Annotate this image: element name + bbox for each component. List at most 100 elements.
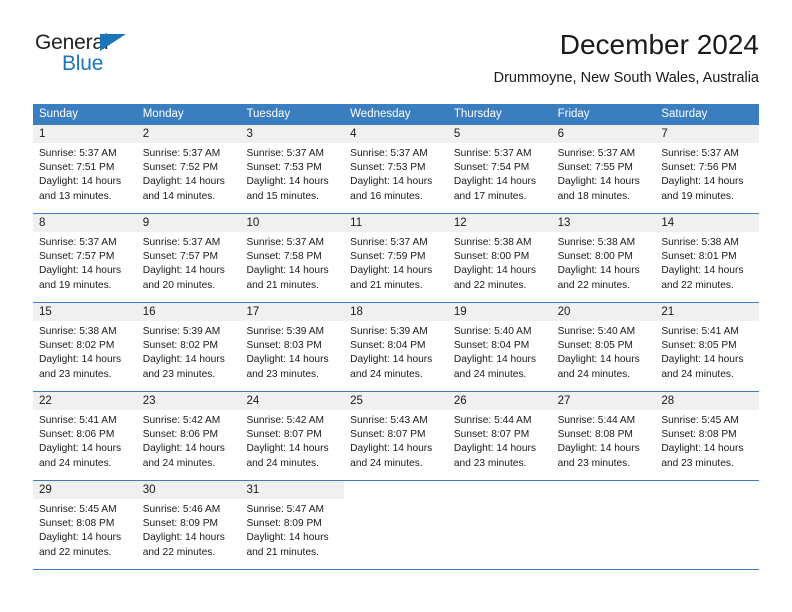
day-number-strip: 24 [240, 392, 345, 410]
daylight-text-line1: Daylight: 14 hours [142, 443, 225, 455]
sunset-text: Sunset: 8:01 PM [661, 251, 737, 263]
daylight-text-line2: and 23 minutes. [39, 368, 112, 380]
page-subtitle: Drummoyne, New South Wales, Australia [493, 70, 759, 86]
calendar-day-cell[interactable]: 30 Sunrise: 5:46 AM Sunset: 8:09 PM Dayligh… [136, 481, 241, 569]
sunrise-text: Sunrise: 5:44 AM [453, 415, 532, 426]
sunset-text: Sunset: 7:59 PM [350, 251, 426, 263]
daylight-text-line2: and 24 minutes. [557, 368, 631, 380]
day-sun-info: Sunrise: 5:37 AM Sunset: 7:56 PM Daylight:… [655, 143, 759, 204]
day-number: 19 [453, 306, 467, 318]
calendar-day-cell[interactable]: 15 Sunrise: 5:38 AM Sunset: 8:02 PM Dayligh… [33, 303, 137, 391]
day-number: 24 [246, 395, 260, 407]
calendar-day-cell[interactable]: 14 Sunrise: 5:38 AM Sunset: 8:01 PM Dayligh… [655, 214, 760, 302]
calendar-day-cell[interactable]: 5 Sunrise: 5:37 AM Sunset: 7:54 PM Daylight… [447, 125, 552, 213]
day-number-strip: 15 [33, 303, 137, 321]
day-number: 16 [142, 306, 156, 318]
day-number: 20 [557, 306, 571, 318]
day-number: 10 [246, 217, 260, 229]
calendar-day-cell[interactable]: 4 Sunrise: 5:37 AM Sunset: 7:53 PM Daylight… [344, 125, 448, 213]
logo-text-general: General [35, 31, 109, 54]
calendar-day-cell[interactable]: 2 Sunrise: 5:37 AM Sunset: 7:52 PM Daylight… [136, 125, 241, 213]
day-number-strip: 18 [344, 303, 448, 321]
daylight-text-line1: Daylight: 14 hours [246, 265, 329, 277]
calendar-day-cell[interactable]: 26 Sunrise: 5:44 AM Sunset: 8:07 PM Dayligh… [447, 392, 552, 480]
calendar-day-cell[interactable]: 9 Sunrise: 5:37 AM Sunset: 7:57 PM Daylight… [136, 214, 241, 302]
day-sun-info: Sunrise: 5:39 AM Sunset: 8:02 PM Daylight:… [137, 321, 241, 382]
calendar-day-cell[interactable]: 3 Sunrise: 5:37 AM Sunset: 7:53 PM Daylight… [240, 125, 345, 213]
daylight-text-line1: Daylight: 14 hours [661, 354, 744, 366]
calendar-day-cell-empty [655, 481, 760, 569]
calendar-day-cell[interactable]: 18 Sunrise: 5:39 AM Sunset: 8:04 PM Dayligh… [344, 303, 448, 391]
daylight-text-line1: Daylight: 14 hours [39, 532, 122, 544]
calendar-day-cell[interactable]: 23 Sunrise: 5:42 AM Sunset: 8:06 PM Dayligh… [136, 392, 241, 480]
day-sun-info: Sunrise: 5:37 AM Sunset: 7:52 PM Daylight:… [137, 143, 241, 204]
calendar-week-row: 29 Sunrise: 5:45 AM Sunset: 8:08 PM Dayligh… [33, 481, 760, 570]
day-sun-info: Sunrise: 5:41 AM Sunset: 8:06 PM Daylight:… [33, 410, 137, 471]
calendar-day-cell[interactable]: 27 Sunrise: 5:44 AM Sunset: 8:08 PM Dayligh… [551, 392, 656, 480]
daylight-text-line1: Daylight: 14 hours [350, 176, 433, 188]
day-sun-info: Sunrise: 5:42 AM Sunset: 8:06 PM Daylight:… [137, 410, 241, 471]
day-number: 29 [39, 484, 52, 496]
sunrise-text: Sunrise: 5:39 AM [246, 326, 325, 337]
daylight-text-line2: and 22 minutes. [39, 546, 112, 558]
calendar-day-cell[interactable]: 25 Sunrise: 5:43 AM Sunset: 8:07 PM Dayligh… [344, 392, 448, 480]
calendar-day-cell[interactable]: 19 Sunrise: 5:40 AM Sunset: 8:04 PM Dayligh… [447, 303, 552, 391]
day-number-strip: 27 [551, 392, 656, 410]
calendar-day-cell[interactable]: 11 Sunrise: 5:37 AM Sunset: 7:59 PM Dayligh… [344, 214, 448, 302]
sunrise-text: Sunrise: 5:37 AM [350, 148, 428, 159]
calendar-day-cell[interactable]: 10 Sunrise: 5:37 AM Sunset: 7:58 PM Dayligh… [240, 214, 345, 302]
day-number-strip: 1 [33, 125, 137, 143]
sunset-text: Sunset: 7:55 PM [557, 162, 633, 174]
calendar-day-cell[interactable]: 21 Sunrise: 5:41 AM Sunset: 8:05 PM Dayligh… [655, 303, 760, 391]
daylight-text-line2: and 22 minutes. [453, 279, 527, 291]
sunset-text: Sunset: 8:06 PM [39, 429, 115, 441]
day-number-strip: 2 [136, 125, 241, 143]
daylight-text-line2: and 19 minutes. [661, 190, 734, 202]
calendar-day-cell[interactable]: 22 Sunrise: 5:41 AM Sunset: 8:06 PM Dayligh… [33, 392, 137, 480]
day-number: 4 [350, 128, 357, 140]
calendar-day-cell[interactable]: 1 Sunrise: 5:37 AM Sunset: 7:51 PM Daylight… [33, 125, 137, 213]
calendar-day-cell[interactable]: 17 Sunrise: 5:39 AM Sunset: 8:03 PM Dayligh… [240, 303, 345, 391]
day-number-strip: 25 [344, 392, 448, 410]
calendar-day-cell-empty [551, 481, 656, 569]
day-number: 28 [661, 395, 675, 407]
daylight-text-line1: Daylight: 14 hours [246, 176, 329, 188]
daylight-text-line1: Daylight: 14 hours [142, 532, 225, 544]
sunrise-text: Sunrise: 5:37 AM [142, 237, 221, 248]
calendar-day-cell[interactable]: 13 Sunrise: 5:38 AM Sunset: 8:00 PM Dayligh… [551, 214, 656, 302]
day-number: 8 [39, 217, 46, 229]
calendar-day-cell[interactable]: 20 Sunrise: 5:40 AM Sunset: 8:05 PM Dayligh… [551, 303, 656, 391]
calendar-day-cell[interactable]: 7 Sunrise: 5:37 AM Sunset: 7:56 PM Daylight… [655, 125, 760, 213]
sunset-text: Sunset: 8:06 PM [142, 429, 219, 441]
day-number: 22 [39, 395, 52, 407]
day-number-strip: 20 [551, 303, 656, 321]
calendar-day-cell[interactable]: 24 Sunrise: 5:42 AM Sunset: 8:07 PM Dayligh… [240, 392, 345, 480]
day-number-strip [344, 481, 448, 499]
calendar-day-cell[interactable]: 12 Sunrise: 5:38 AM Sunset: 8:00 PM Dayligh… [447, 214, 552, 302]
daylight-text-line2: and 23 minutes. [453, 457, 527, 469]
daylight-text-line1: Daylight: 14 hours [39, 354, 122, 366]
calendar-week-row: 8 Sunrise: 5:37 AM Sunset: 7:57 PM Daylight… [33, 214, 760, 303]
calendar-day-cell[interactable]: 28 Sunrise: 5:45 AM Sunset: 8:08 PM Dayligh… [655, 392, 760, 480]
calendar-day-cell[interactable]: 6 Sunrise: 5:37 AM Sunset: 7:55 PM Daylight… [551, 125, 656, 213]
calendar-weeks: 1 Sunrise: 5:37 AM Sunset: 7:51 PM Daylight… [33, 125, 760, 570]
sunrise-text: Sunrise: 5:45 AM [661, 415, 739, 426]
day-number-strip: 19 [447, 303, 552, 321]
calendar-day-cell[interactable]: 8 Sunrise: 5:37 AM Sunset: 7:57 PM Daylight… [33, 214, 137, 302]
sunset-text: Sunset: 7:53 PM [350, 162, 426, 174]
day-sun-info: Sunrise: 5:40 AM Sunset: 8:04 PM Daylight:… [448, 321, 552, 382]
page-header: General Blue December 2024 Drummoyne, Ne… [33, 28, 759, 100]
daylight-text-line1: Daylight: 14 hours [453, 265, 536, 277]
day-number: 25 [350, 395, 363, 407]
sunrise-text: Sunrise: 5:46 AM [142, 504, 221, 515]
calendar-day-cell[interactable]: 31 Sunrise: 5:47 AM Sunset: 8:09 PM Dayligh… [240, 481, 345, 569]
sunrise-text: Sunrise: 5:40 AM [557, 326, 636, 337]
weekday-header-friday: Friday [557, 108, 590, 120]
calendar-day-cell[interactable]: 29 Sunrise: 5:45 AM Sunset: 8:08 PM Dayligh… [33, 481, 137, 569]
day-sun-info: Sunrise: 5:37 AM Sunset: 7:57 PM Daylight:… [137, 232, 241, 293]
sunrise-text: Sunrise: 5:37 AM [142, 148, 221, 159]
day-sun-info: Sunrise: 5:45 AM Sunset: 8:08 PM Daylight:… [33, 499, 137, 560]
day-sun-info: Sunrise: 5:43 AM Sunset: 8:07 PM Daylight:… [344, 410, 448, 471]
calendar-day-cell[interactable]: 16 Sunrise: 5:39 AM Sunset: 8:02 PM Dayligh… [136, 303, 241, 391]
sunrise-text: Sunrise: 5:37 AM [350, 237, 428, 248]
